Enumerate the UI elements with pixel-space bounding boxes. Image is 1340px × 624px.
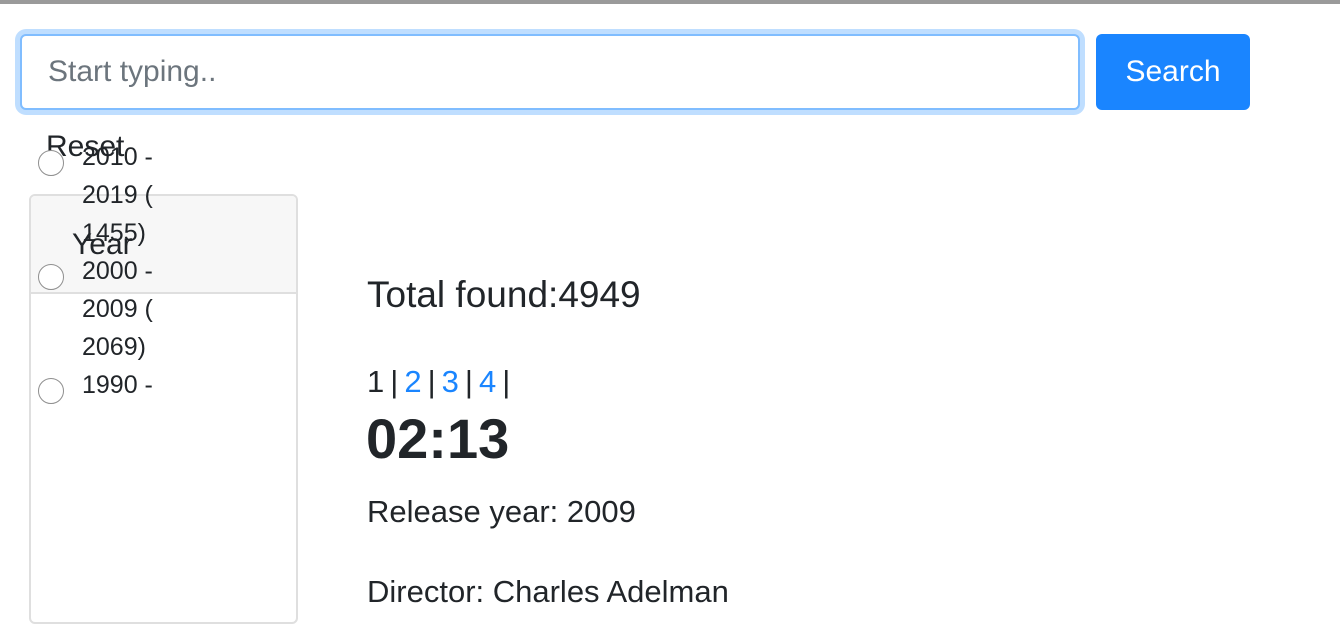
page-separator: | <box>464 364 473 399</box>
release-year: Release year: 2009 <box>367 494 636 529</box>
page-separator: | <box>502 364 511 399</box>
year-option-label: 2000 - 2009 ( 2069) <box>82 257 153 361</box>
year-radio[interactable] <box>38 150 64 176</box>
page-separator: | <box>427 364 436 399</box>
year-option-label: 1990 - <box>82 371 153 399</box>
page-current: 1 <box>367 364 385 399</box>
movie-title: 02:13 <box>366 407 510 470</box>
total-count: 4949 <box>558 274 641 315</box>
page-link-3[interactable]: 3 <box>442 364 459 399</box>
pagination: 1 | 2 | 3 | 4 | <box>367 364 516 400</box>
page-link-4[interactable]: 4 <box>479 364 496 399</box>
search-input[interactable] <box>20 34 1080 110</box>
year-option-label: 2010 - 2019 ( 1455) <box>82 143 153 247</box>
search-button[interactable]: Search <box>1096 34 1250 110</box>
total-label: Total found: <box>367 274 559 315</box>
total-found: Total found:4949 <box>367 274 641 316</box>
year-radio[interactable] <box>38 264 64 290</box>
year-radio[interactable] <box>38 378 64 404</box>
page-link-2[interactable]: 2 <box>404 364 421 399</box>
top-divider <box>0 0 1340 4</box>
page-separator: | <box>390 364 399 399</box>
director: Director: Charles Adelman <box>367 574 729 609</box>
